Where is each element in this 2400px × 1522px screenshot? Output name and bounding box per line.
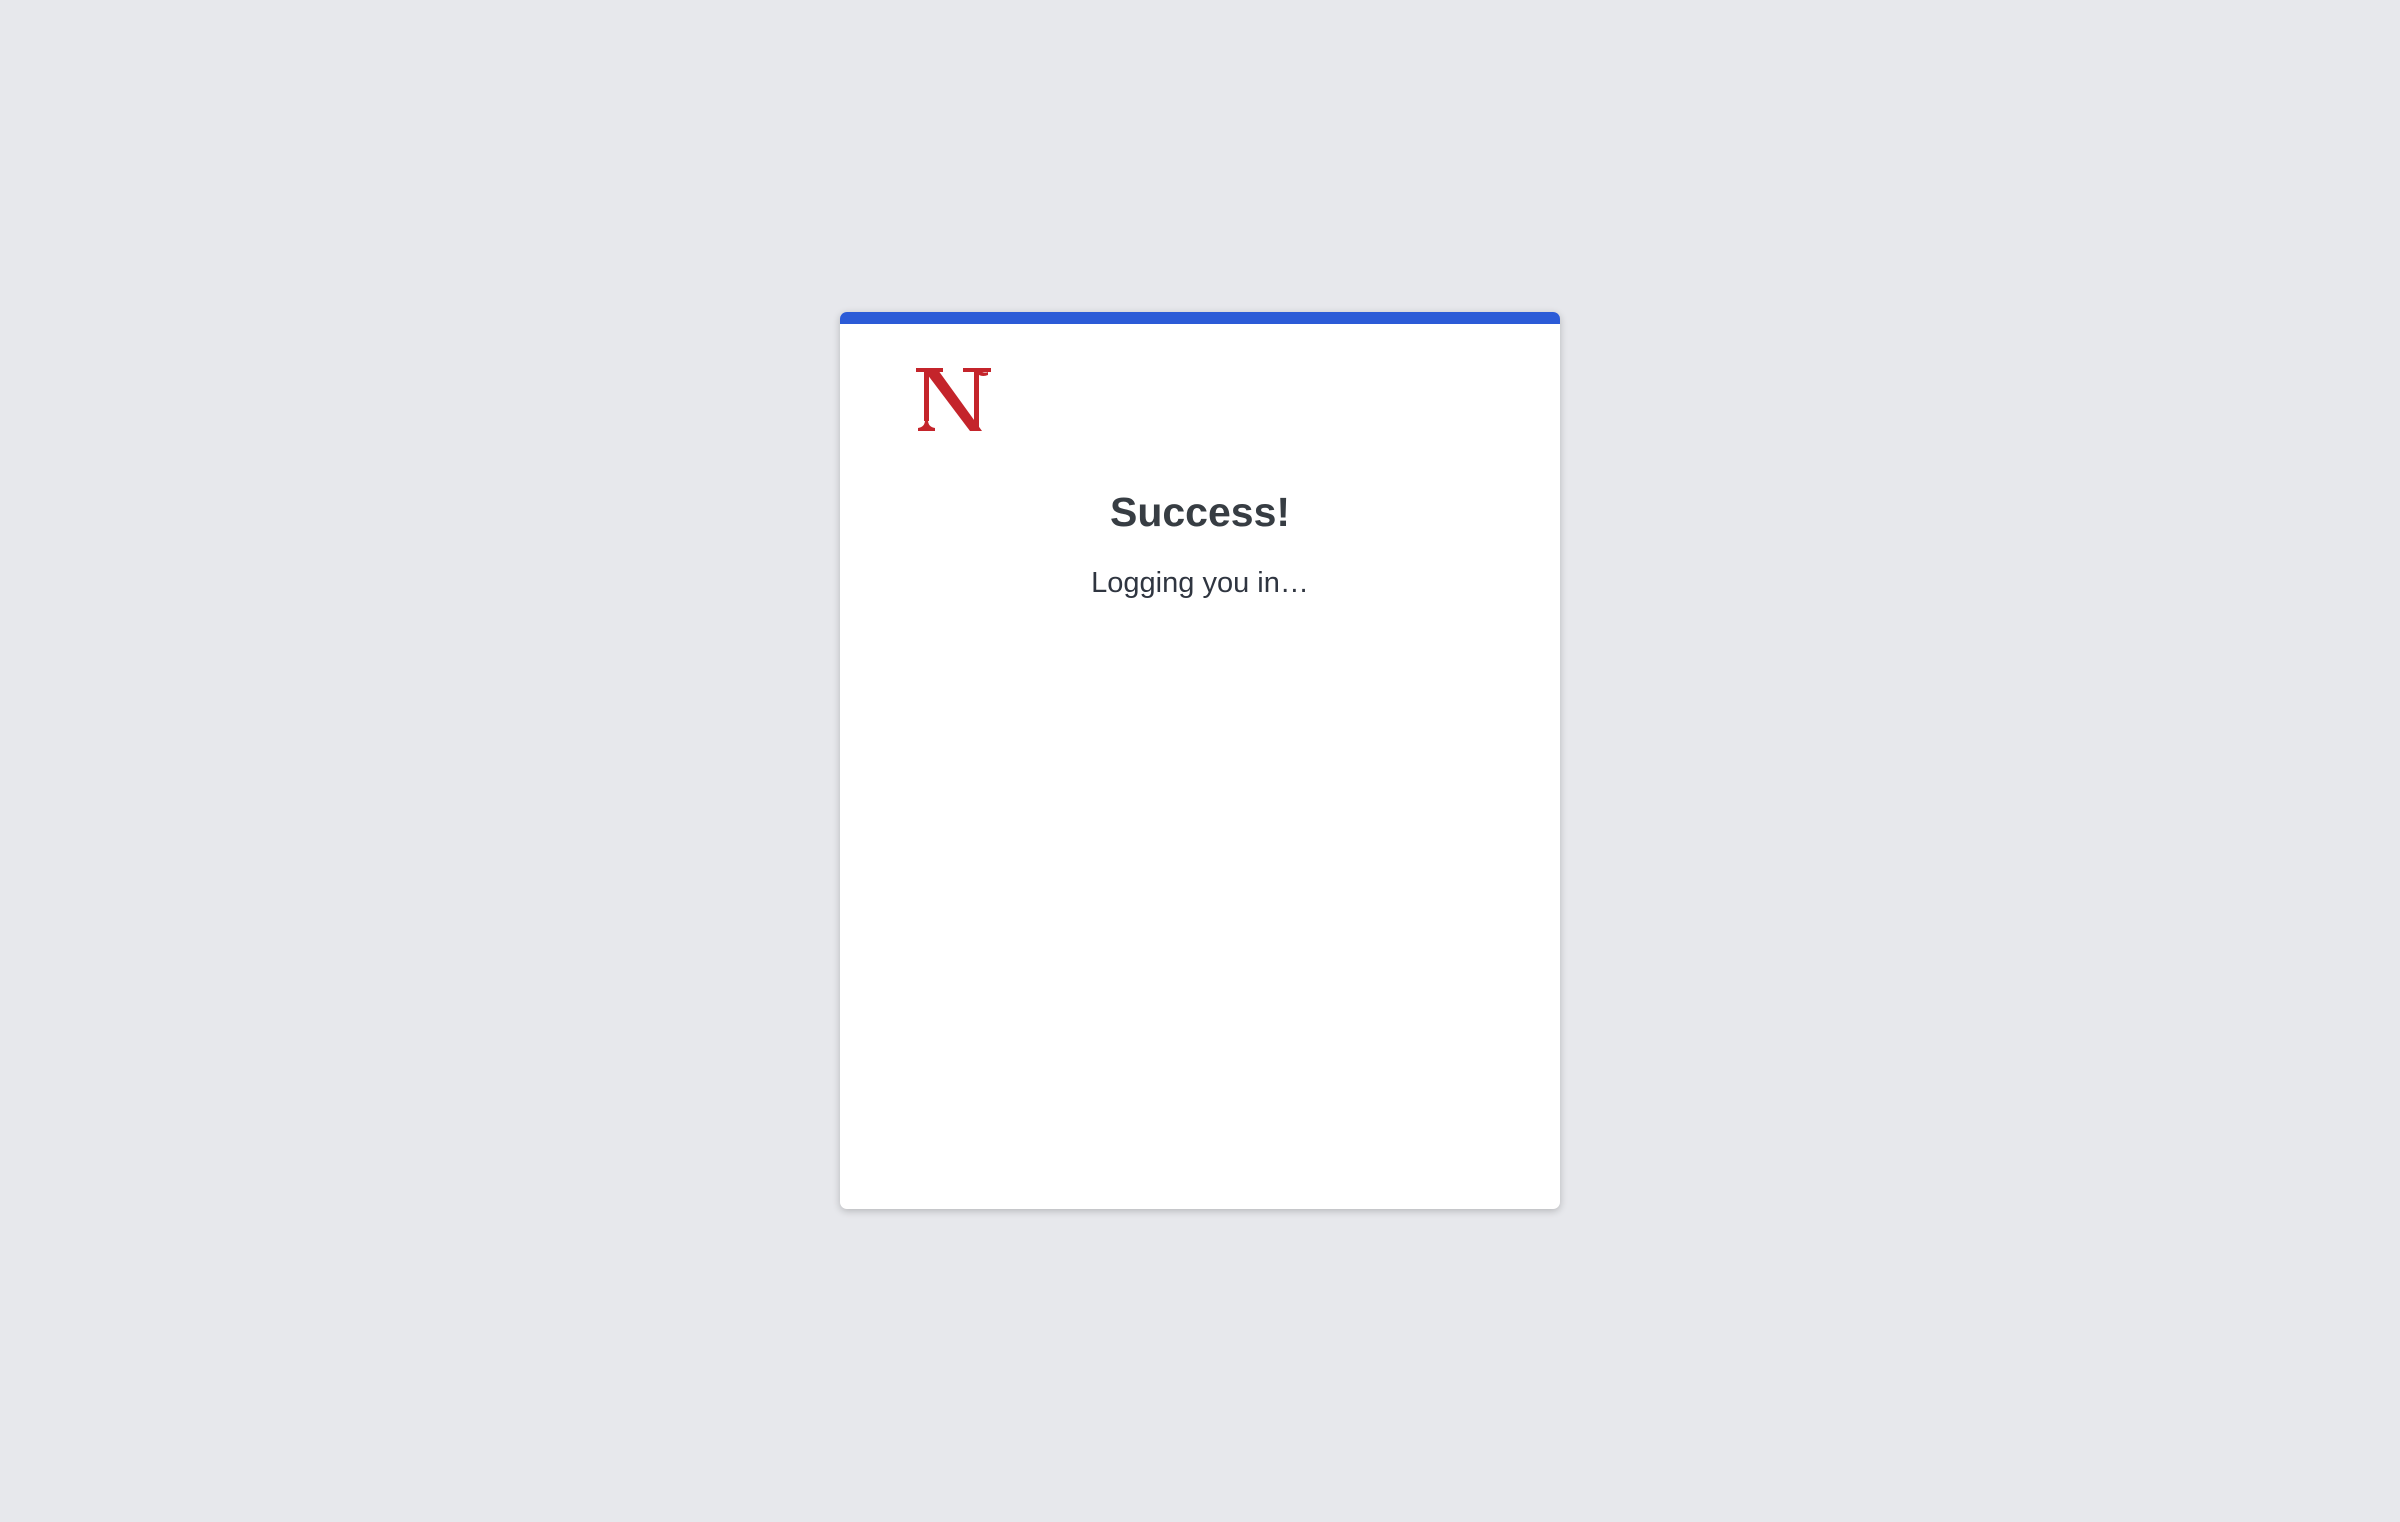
logo-glyph [916,368,991,431]
page-title: Success! [1109,489,1291,535]
status-message: Logging you in… [1091,567,1309,599]
card-top-accent-bar [840,312,1560,324]
northwestern-n-logo-icon [916,368,991,431]
login-status-card: Success! Logging you in… [840,312,1560,1209]
